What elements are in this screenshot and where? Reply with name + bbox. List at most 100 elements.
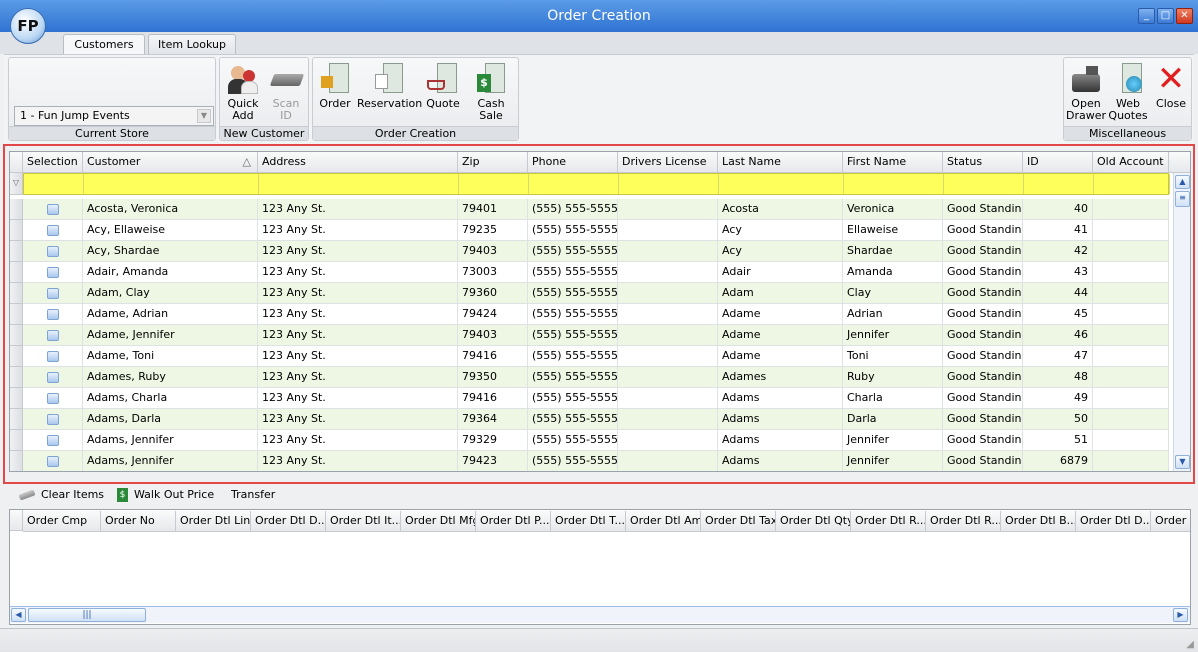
cell-selection[interactable] (23, 262, 83, 282)
row-selector[interactable] (10, 220, 23, 241)
row-selector[interactable] (10, 199, 23, 220)
cell-selection[interactable] (23, 451, 83, 471)
selection-checkbox[interactable] (47, 225, 59, 236)
row-selector[interactable] (10, 283, 23, 304)
table-row[interactable]: Adame, Adrian 123 Any St. 79424 (555) 555-5… (23, 304, 1169, 325)
maximize-button[interactable]: □ (1157, 8, 1174, 24)
table-row[interactable]: Adame, Toni 123 Any St. 79416 (555) 555-555… (23, 346, 1169, 367)
cell-selection[interactable] (23, 241, 83, 261)
filter-cell[interactable] (1024, 174, 1094, 194)
filter-cell[interactable] (24, 174, 84, 194)
selection-checkbox[interactable] (47, 414, 59, 425)
open-drawer-button[interactable]: Open Drawer (1066, 62, 1106, 122)
scroll-thumb[interactable]: ≡ (1175, 191, 1190, 207)
selection-checkbox[interactable] (47, 435, 59, 446)
cell-selection[interactable] (23, 325, 83, 345)
close-window-button[interactable]: ✕ (1176, 8, 1193, 24)
filter-cell[interactable] (459, 174, 529, 194)
cell-selection[interactable] (23, 220, 83, 240)
scroll-left-icon[interactable]: ◀ (11, 608, 26, 622)
column-header-status[interactable]: Status (943, 152, 1023, 173)
row-selector[interactable] (10, 346, 23, 367)
column-header-order-14[interactable]: Order Dtl D... (1076, 511, 1151, 532)
reservation-button[interactable]: Reservation (357, 62, 422, 110)
row-selector[interactable] (10, 241, 23, 262)
table-row[interactable]: Adam, Clay 123 Any St. 79360 (555) 555-5555… (23, 283, 1169, 304)
table-row[interactable]: Adame, Jennifer 123 Any St. 79403 (555) 555… (23, 325, 1169, 346)
scroll-up-icon[interactable]: ▲ (1175, 175, 1190, 189)
table-row[interactable]: Adams, Jennifer 123 Any St. 79329 (555) 555… (23, 430, 1169, 451)
column-header-order-12[interactable]: Order Dtl R... (926, 511, 1001, 532)
scroll-right-icon[interactable]: ▶ (1173, 608, 1188, 622)
selection-checkbox[interactable] (47, 456, 59, 467)
row-selector[interactable] (10, 367, 23, 388)
column-header-id[interactable]: ID (1023, 152, 1093, 173)
scroll-down-icon[interactable]: ▼ (1175, 455, 1190, 469)
selection-checkbox[interactable] (47, 246, 59, 257)
selection-checkbox[interactable] (47, 372, 59, 383)
selection-checkbox[interactable] (47, 351, 59, 362)
column-header-drivers-license[interactable]: Drivers License (618, 152, 718, 173)
web-quotes-button[interactable]: Web Quotes (1108, 62, 1148, 122)
clear-items-button[interactable]: Clear Items (18, 486, 104, 504)
row-selector[interactable] (10, 262, 23, 283)
chevron-down-icon[interactable]: ▼ (197, 109, 211, 123)
cell-selection[interactable] (23, 199, 83, 219)
filter-cell[interactable] (719, 174, 844, 194)
cell-selection[interactable] (23, 304, 83, 324)
row-selector[interactable] (10, 304, 23, 325)
column-header-order-9[interactable]: Order Dtl Tax (701, 511, 776, 532)
column-header-customer[interactable]: Customer △ (83, 152, 258, 173)
walk-out-price-button[interactable]: $ Walk Out Price (117, 486, 214, 504)
tab-customers[interactable]: Customers (63, 34, 145, 55)
column-header-order-3[interactable]: Order Dtl D... (251, 511, 326, 532)
column-header-address[interactable]: Address (258, 152, 458, 173)
table-row[interactable]: Adair, Amanda 123 Any St. 73003 (555) 555-5… (23, 262, 1169, 283)
filter-cell[interactable] (529, 174, 619, 194)
scroll-thumb[interactable]: ||| (28, 608, 146, 622)
filter-cell[interactable] (1094, 174, 1170, 194)
column-header-order-7[interactable]: Order Dtl T... (551, 511, 626, 532)
horizontal-scrollbar[interactable]: ◀ ||| ▶ (10, 606, 1190, 623)
row-selector[interactable] (10, 325, 23, 346)
column-header-last-name[interactable]: Last Name (718, 152, 843, 173)
filter-icon[interactable]: ▽ (10, 173, 23, 195)
selection-checkbox[interactable] (47, 330, 59, 341)
column-header-phone[interactable]: Phone (528, 152, 618, 173)
table-row[interactable]: Adames, Ruby 123 Any St. 79350 (555) 555-55… (23, 367, 1169, 388)
quick-add-button[interactable]: Quick Add (224, 62, 262, 122)
filter-cell[interactable] (944, 174, 1024, 194)
table-row[interactable]: Adams, Jennifer 123 Any St. 79423 (555) 555… (23, 451, 1169, 471)
filter-cell[interactable] (84, 174, 259, 194)
selection-checkbox[interactable] (47, 393, 59, 404)
vertical-scrollbar[interactable]: ▲ ≡ ▼ (1173, 173, 1190, 471)
cell-selection[interactable] (23, 367, 83, 387)
column-header-order-2[interactable]: Order Dtl Line (176, 511, 251, 532)
filter-row[interactable] (23, 173, 1170, 195)
column-header-selection[interactable]: Selection (23, 152, 83, 173)
row-selector[interactable] (10, 451, 23, 471)
cash-sale-button[interactable]: $ Cash Sale (465, 62, 517, 122)
column-header-zip[interactable]: Zip (458, 152, 528, 173)
selection-checkbox[interactable] (47, 267, 59, 278)
column-header-order-6[interactable]: Order Dtl P... (476, 511, 551, 532)
selection-checkbox[interactable] (47, 288, 59, 299)
selection-checkbox[interactable] (47, 204, 59, 215)
app-logo[interactable]: FP (10, 8, 46, 44)
column-header-first-name[interactable]: First Name (843, 152, 943, 173)
order-button[interactable]: Order (317, 62, 353, 110)
transfer-button[interactable]: Transfer (231, 486, 275, 504)
minimize-button[interactable]: _ (1138, 8, 1155, 24)
tab-item-lookup[interactable]: Item Lookup (148, 34, 236, 54)
cell-selection[interactable] (23, 283, 83, 303)
cell-selection[interactable] (23, 346, 83, 366)
scan-id-button[interactable]: Scan ID (266, 62, 306, 122)
cell-selection[interactable] (23, 430, 83, 450)
column-header-order-13[interactable]: Order Dtl B... (1001, 511, 1076, 532)
column-header-order-1[interactable]: Order No (101, 511, 176, 532)
sort-ascending-icon[interactable]: △ (243, 152, 251, 172)
column-header-order-8[interactable]: Order Dtl Amt (626, 511, 701, 532)
store-select[interactable]: 1 - Fun Jump Events ▼ (14, 106, 214, 126)
row-selector[interactable] (10, 388, 23, 409)
cell-selection[interactable] (23, 409, 83, 429)
